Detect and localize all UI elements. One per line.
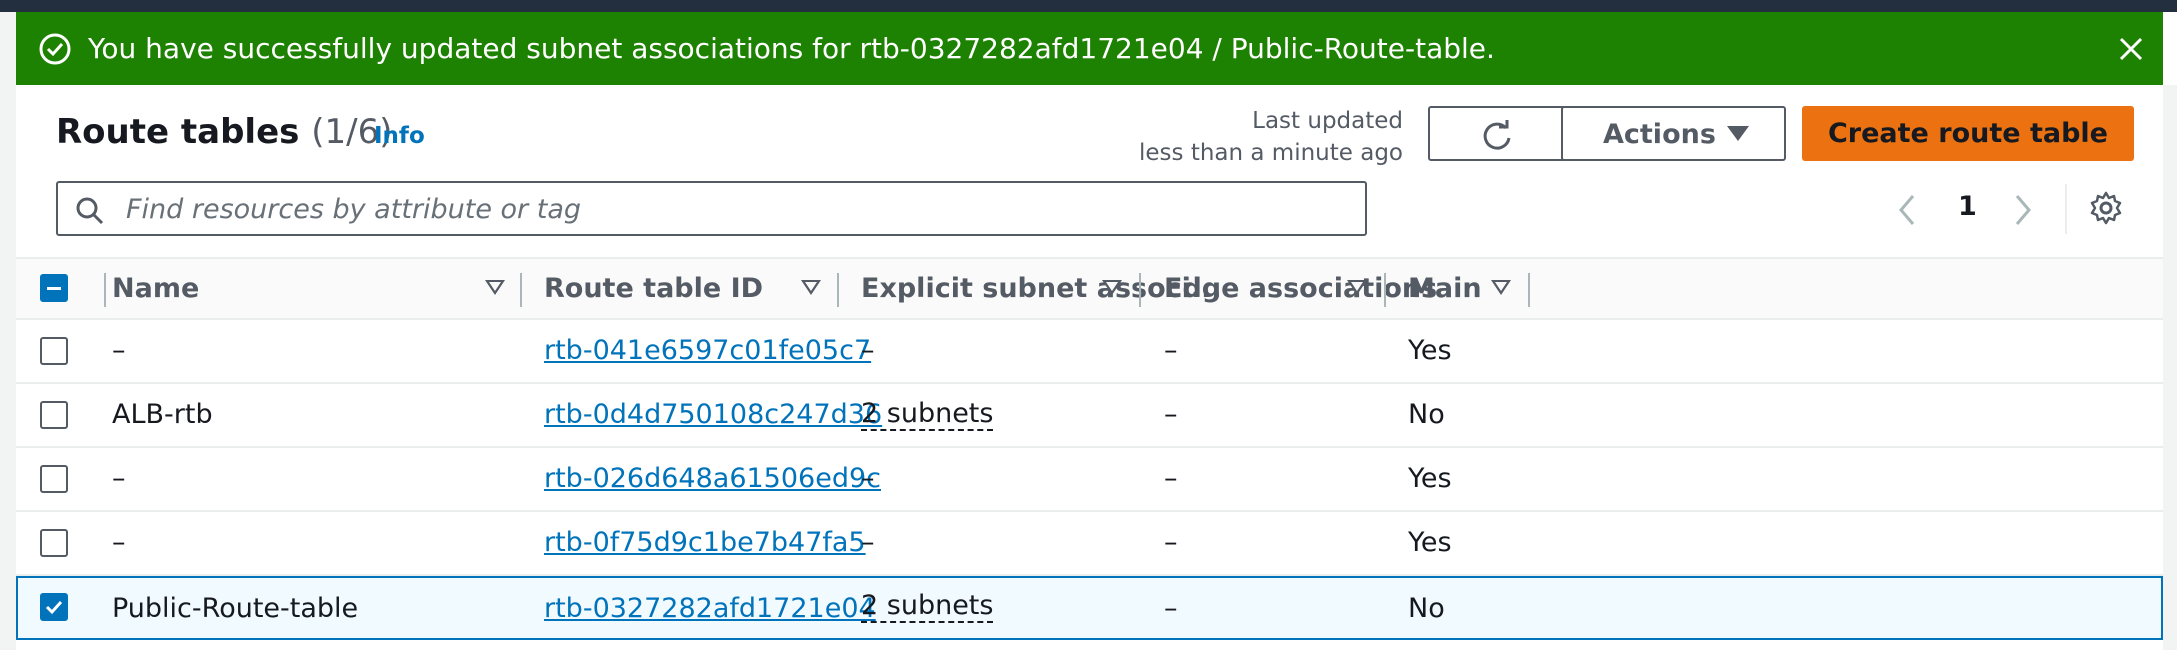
table-row[interactable]: – rtb-0f75d9c1be7b47fa5 – – Yes (16, 512, 2163, 576)
route-table-id-link[interactable]: rtb-041e6597c01fe05c7 (544, 320, 871, 382)
column-divider[interactable] (837, 273, 839, 307)
caret-down-icon (1727, 126, 1749, 141)
column-divider[interactable] (1139, 273, 1141, 307)
create-route-table-button[interactable]: Create route table (1802, 106, 2134, 161)
column-divider[interactable] (520, 273, 522, 307)
route-tables-panel: Route tables (1/6) Info Last updated les… (16, 85, 2163, 650)
column-divider[interactable] (1384, 273, 1386, 307)
chevron-left-icon[interactable] (1896, 193, 1918, 227)
cell-explicit-subnet: – (861, 463, 875, 494)
success-circle-icon (39, 33, 71, 65)
cell-edge-associations: – (1164, 527, 1178, 558)
table-row[interactable]: – rtb-041e6597c01fe05c7 – – Yes (16, 320, 2163, 384)
row-checkbox[interactable] (40, 465, 68, 493)
page-title-text: Route tables (56, 112, 300, 152)
column-header-main[interactable]: Main (1408, 259, 1482, 318)
cell-edge-associations: – (1164, 399, 1178, 430)
page-title: Route tables (1/6) (56, 112, 392, 152)
cell-explicit-subnet: – (861, 335, 875, 366)
cell-name: Public-Route-table (112, 593, 359, 624)
column-divider[interactable] (1528, 273, 1530, 307)
column-header-route-table-id[interactable]: Route table ID (544, 259, 763, 318)
last-updated-label: Last updated (1252, 108, 1403, 134)
cell-name: – (112, 527, 126, 558)
cell-edge-associations: – (1164, 335, 1178, 366)
last-updated: Last updated less than a minute ago (1139, 105, 1403, 169)
cell-main: No (1408, 593, 1445, 624)
row-checkbox[interactable] (40, 337, 68, 365)
checkmark-icon (45, 600, 63, 615)
left-gutter (0, 12, 16, 650)
refresh-button[interactable] (1428, 106, 1566, 161)
row-checkbox[interactable] (40, 529, 68, 557)
cell-name: – (112, 463, 126, 494)
row-checkbox[interactable] (40, 401, 68, 429)
cell-name: ALB-rtb (112, 399, 213, 430)
column-header-name[interactable]: Name (112, 259, 199, 318)
explicit-subnets-popover[interactable]: 2 subnets (861, 399, 994, 431)
search-icon (76, 197, 104, 225)
sort-icon[interactable] (485, 280, 505, 295)
sort-icon[interactable] (1102, 280, 1122, 295)
route-table-id-link[interactable]: rtb-0327282afd1721e04 (544, 578, 876, 640)
cell-main: Yes (1408, 463, 1452, 494)
actions-dropdown-button[interactable]: Actions (1561, 106, 1786, 161)
table-row-selected[interactable]: Public-Route-table rtb-0327282afd1721e04… (16, 576, 2163, 640)
cell-main: No (1408, 399, 1445, 430)
table-row[interactable]: ALB-rtb rtb-0d4d750108c247d36 2 subnets … (16, 384, 2163, 448)
search-box (56, 181, 1367, 236)
refresh-icon (1483, 120, 1511, 150)
route-table-id-link[interactable]: rtb-0f75d9c1be7b47fa5 (544, 512, 866, 574)
last-updated-value: less than a minute ago (1139, 140, 1403, 166)
actions-label: Actions (1603, 119, 1716, 150)
cell-main: Yes (1408, 335, 1452, 366)
sort-icon[interactable] (801, 280, 821, 295)
route-table-id-link[interactable]: rtb-026d648a61506ed9c (544, 448, 881, 510)
page-number[interactable]: 1 (1958, 191, 1977, 222)
sort-icon[interactable] (1347, 280, 1367, 295)
close-icon[interactable] (2115, 33, 2147, 65)
column-divider (104, 273, 106, 307)
table-row[interactable]: – rtb-026d648a61506ed9c – – Yes (16, 448, 2163, 512)
cell-explicit-subnet: – (861, 527, 875, 558)
chevron-right-icon[interactable] (2012, 193, 2034, 227)
cell-main: Yes (1408, 527, 1452, 558)
select-all-checkbox[interactable] (40, 274, 68, 302)
cell-name: – (112, 335, 126, 366)
route-table-id-link[interactable]: rtb-0d4d750108c247d36 (544, 384, 882, 446)
cell-edge-associations: – (1164, 463, 1178, 494)
row-checkbox[interactable] (40, 593, 68, 621)
gear-icon[interactable] (2088, 190, 2124, 226)
pager-divider (2065, 184, 2067, 234)
success-flash-banner: You have successfully updated subnet ass… (16, 12, 2163, 85)
table-header: Name Route table ID Explicit subnet asso… (16, 257, 2163, 320)
sort-icon[interactable] (1491, 280, 1511, 295)
cell-edge-associations: – (1164, 593, 1178, 624)
explicit-subnets-popover[interactable]: 2 subnets (861, 591, 994, 623)
flash-message: You have successfully updated subnet ass… (88, 32, 1495, 65)
search-input[interactable] (124, 191, 1328, 228)
info-link[interactable]: Info (374, 123, 425, 149)
scrollbar-track[interactable] (2163, 85, 2177, 650)
browser-top-strip (0, 0, 2177, 12)
column-header-edge-associations[interactable]: Edge associations (1164, 259, 1437, 318)
